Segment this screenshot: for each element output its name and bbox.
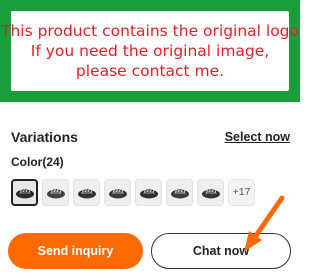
notice-line-2: If you need the original image, xyxy=(30,42,270,60)
select-now-link[interactable]: Select now xyxy=(225,130,290,144)
send-inquiry-button[interactable]: Send inquiry xyxy=(8,233,143,269)
product-thumbnail-icon xyxy=(201,187,220,199)
color-swatch[interactable] xyxy=(166,178,193,206)
color-swatch[interactable] xyxy=(197,178,224,206)
chat-now-button[interactable]: Chat now xyxy=(151,233,291,269)
color-swatch[interactable] xyxy=(42,178,69,206)
color-swatch[interactable] xyxy=(73,178,100,206)
notice-banner-box: This product contains the original logo … xyxy=(1,11,299,91)
variations-title: Variations xyxy=(11,129,78,145)
product-thumbnail-icon xyxy=(15,187,34,199)
notice-banner: This product contains the original logo … xyxy=(0,0,300,102)
product-thumbnail-icon xyxy=(139,187,158,199)
more-colors-button[interactable]: +17 xyxy=(228,178,255,206)
product-thumbnail-icon xyxy=(46,187,65,199)
product-thumbnail-icon xyxy=(77,187,96,199)
notice-line-3: please contact me. xyxy=(75,62,225,80)
notice-line-1: This product contains the original logo xyxy=(0,22,300,40)
variations-header: Variations Select now xyxy=(11,128,290,146)
product-thumbnail-icon xyxy=(170,187,189,199)
color-swatch[interactable] xyxy=(104,178,131,206)
product-thumbnail-icon xyxy=(108,187,127,199)
color-label: Color(24) xyxy=(11,155,64,169)
color-swatch[interactable] xyxy=(135,178,162,206)
color-swatch-list: +17 xyxy=(11,178,255,206)
color-swatch[interactable] xyxy=(11,178,38,206)
